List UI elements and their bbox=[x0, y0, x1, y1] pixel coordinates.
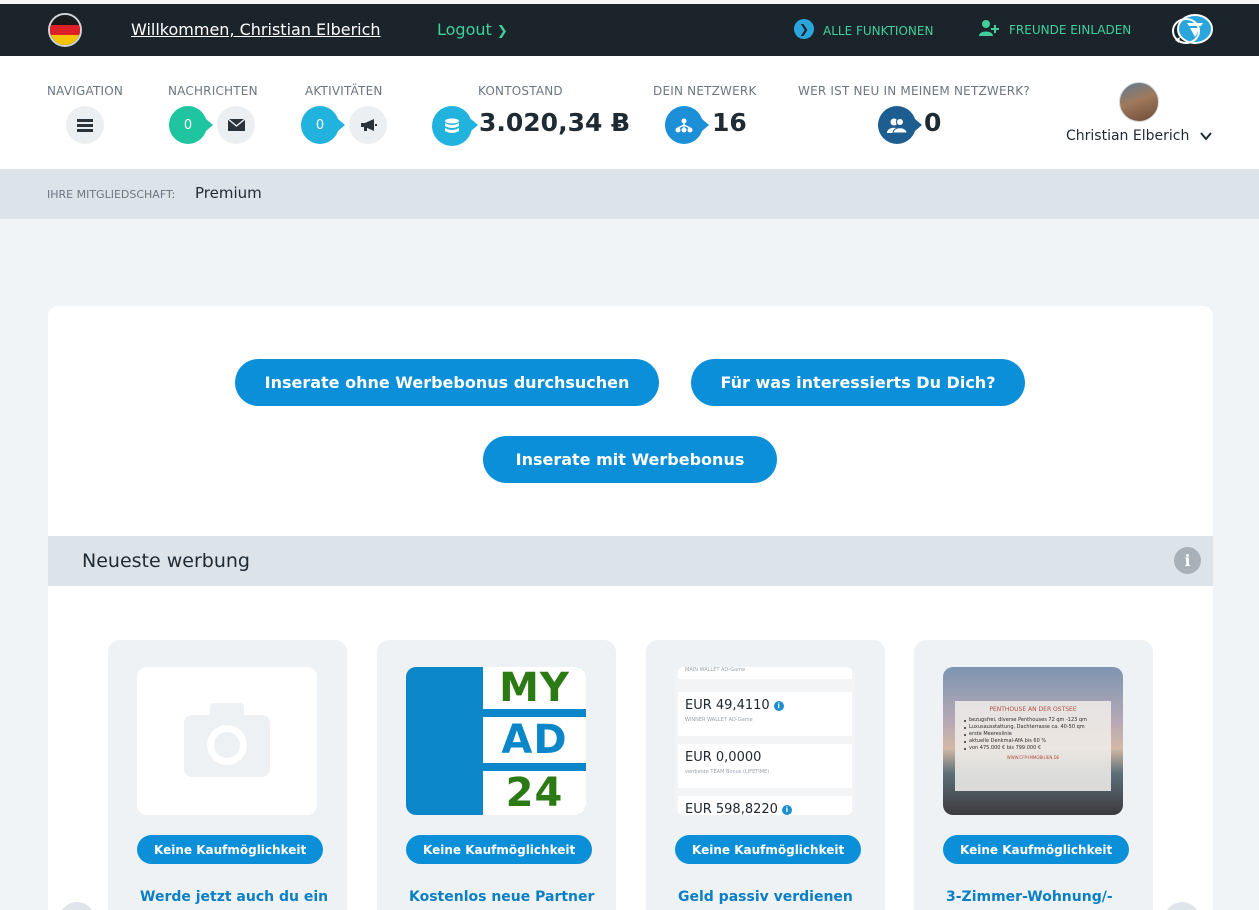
ad-title[interactable]: Geld passiv verdienen bbox=[678, 889, 853, 905]
all-functions-label: ALLE FUNKTIONEN bbox=[823, 24, 934, 38]
top-bar: Willkommen, Christian Elberich Logout ❯ … bbox=[0, 4, 1259, 56]
network-count: 16 bbox=[712, 108, 747, 137]
ad-title[interactable]: 3-Zimmer-Wohnung/- bbox=[946, 889, 1113, 905]
with-bonus-button[interactable]: Inserate mit Werbebonus bbox=[483, 436, 777, 483]
membership-value: Premium bbox=[195, 184, 262, 202]
penthouse-feature: Luxusausstattung, Dachterrasse ca. 40-50… bbox=[961, 724, 1105, 731]
activities-button[interactable] bbox=[349, 106, 387, 144]
ad-image: MAIN WALLET AD-Game EUR 49,4110 i WINNER … bbox=[675, 667, 855, 815]
penthouse-feature: bezugsfrei, diverse Penthouses 72 qm -12… bbox=[961, 717, 1105, 724]
no-purchase-button[interactable]: Keine Kaufmöglichkeit bbox=[137, 835, 324, 864]
info-icon: i bbox=[773, 700, 784, 711]
wallet-row: EUR 49,4110 i WINNER WALLET AD-Game bbox=[678, 692, 852, 736]
logo-line: 24 bbox=[483, 770, 586, 815]
no-purchase-button[interactable]: Keine Kaufmöglichkeit bbox=[943, 835, 1130, 864]
network-tree-icon bbox=[675, 118, 693, 132]
info-icon: i bbox=[781, 804, 792, 815]
logo-line: MY bbox=[483, 667, 586, 711]
wallet-sub: WINNER WALLET AD-Game bbox=[685, 717, 753, 723]
penthouse-title: PENTHOUSE AN DER OSTSEE bbox=[989, 706, 1077, 713]
browse-without-bonus-button[interactable]: Inserate ohne Werbebonus durchsuchen bbox=[235, 359, 659, 406]
penthouse-feature: erste Meereslinie bbox=[961, 731, 1105, 738]
wallet-sub: verdiente TEAM Bonus (LIFETIME) bbox=[685, 769, 770, 775]
main-panel: Inserate ohne Werbebonus durchsuchen Für… bbox=[48, 306, 1213, 910]
users-icon bbox=[887, 117, 907, 133]
balance-label: KONTOSTAND bbox=[478, 84, 563, 98]
logout-label: Logout bbox=[437, 20, 492, 39]
logo-line: AD bbox=[483, 717, 586, 763]
wallet-row: EUR 598,8220 i bbox=[678, 796, 852, 815]
welcome-link[interactable]: Willkommen, Christian Elberich bbox=[131, 20, 381, 39]
chevron-down-icon[interactable] bbox=[1199, 129, 1213, 143]
invite-friends-label: FREUNDE EINLADEN bbox=[1009, 23, 1132, 37]
penthouse-feature: von 475.000 € bis 799.000 € bbox=[961, 745, 1105, 752]
ad-title[interactable]: Werde jetzt auch du ein bbox=[140, 889, 328, 905]
user-menu-name[interactable]: Christian Elberich bbox=[1066, 128, 1189, 144]
penthouse-url: WWW.CFP-IMMOBILIEN.DE bbox=[1006, 755, 1060, 760]
balance-button[interactable] bbox=[432, 106, 478, 146]
megaphone-icon bbox=[360, 119, 377, 131]
wallet-row: EUR 0,0000 verdiente TEAM Bonus (LIFETIM… bbox=[678, 744, 852, 788]
ad-card[interactable]: PENTHOUSE AN DER OSTSEE bezugsfrei, dive… bbox=[914, 640, 1153, 910]
interests-button[interactable]: Für was interessierts Du Dich? bbox=[691, 359, 1025, 406]
activities-count: 0 bbox=[315, 117, 325, 133]
ad-title[interactable]: Kostenlos neue Partner bbox=[409, 889, 594, 905]
all-functions-link[interactable]: ❯ ALLE FUNKTIONEN bbox=[794, 19, 934, 39]
invite-friends-link[interactable]: FREUNDE EINLADEN bbox=[978, 20, 1132, 37]
new-members-button[interactable] bbox=[878, 106, 922, 144]
penthouse-photo: PENTHOUSE AN DER OSTSEE bezugsfrei, dive… bbox=[943, 667, 1123, 815]
ad-card[interactable]: MY AD 24 Keine Kaufmöglichkeit Kostenlos… bbox=[377, 640, 616, 910]
ad-image: PENTHOUSE AN DER OSTSEE bezugsfrei, dive… bbox=[943, 667, 1123, 815]
new-in-network-label: WER IST NEU IN MEINEM NETZWERK? bbox=[798, 84, 1030, 98]
navigation-label: NAVIGATION bbox=[47, 84, 124, 98]
membership-label: IHRE MITGLIEDSCHAFT: bbox=[47, 188, 176, 201]
wallet-amount: EUR 0,0000 bbox=[685, 750, 762, 765]
info-icon[interactable]: i bbox=[1174, 547, 1201, 574]
menu-button[interactable] bbox=[66, 106, 104, 144]
arrow-right-circle-icon: ❯ bbox=[794, 19, 814, 39]
network-label: DEIN NETZWERK bbox=[653, 84, 757, 98]
no-purchase-button[interactable]: Keine Kaufmöglichkeit bbox=[406, 835, 593, 864]
logout-link[interactable]: Logout ❯ bbox=[437, 20, 508, 39]
balance-value: 3.020,34 Ƀ bbox=[479, 108, 631, 137]
wallet-screenshot: MAIN WALLET AD-Game EUR 49,4110 i WINNER … bbox=[675, 667, 855, 815]
messages-count-badge[interactable]: 0 bbox=[169, 106, 213, 144]
wallet-amount: EUR 598,8220 bbox=[685, 802, 778, 815]
ad-image: MY AD 24 bbox=[406, 667, 586, 815]
messages-label: NACHRICHTEN bbox=[168, 84, 258, 98]
penthouse-feature: aktuelle Denkmal-AfA bis 60 % bbox=[961, 738, 1105, 745]
network-button[interactable] bbox=[665, 106, 709, 144]
add-user-icon bbox=[979, 20, 999, 36]
activities-count-badge[interactable]: 0 bbox=[301, 106, 345, 144]
wallet-caption: MAIN WALLET AD-Game bbox=[678, 667, 852, 679]
wallet-amount: EUR 49,4110 bbox=[685, 698, 770, 713]
hamburger-icon bbox=[77, 118, 93, 132]
camera-icon bbox=[184, 703, 270, 777]
no-purchase-button[interactable]: Keine Kaufmöglichkeit bbox=[675, 835, 862, 864]
messages-button[interactable] bbox=[217, 106, 255, 144]
ad-image-placeholder bbox=[137, 667, 317, 815]
penthouse-overlay: PENTHOUSE AN DER OSTSEE bezugsfrei, dive… bbox=[955, 701, 1111, 791]
coins-stack-icon bbox=[445, 118, 459, 133]
avatar[interactable] bbox=[1119, 82, 1159, 122]
ad-card[interactable]: Keine Kaufmöglichkeit Werde jetzt auch d… bbox=[108, 640, 347, 910]
myad24-logo: MY AD 24 bbox=[406, 667, 586, 815]
brand-chat-logo-icon[interactable] bbox=[1171, 14, 1213, 47]
new-in-network-count: 0 bbox=[924, 108, 942, 137]
activities-label: AKTIVITÄTEN bbox=[305, 84, 383, 98]
germany-flag-icon[interactable] bbox=[48, 13, 82, 47]
section-header: Neueste werbung i bbox=[48, 536, 1213, 586]
section-title: Neueste werbung bbox=[82, 550, 250, 572]
ad-card[interactable]: MAIN WALLET AD-Game EUR 49,4110 i WINNER … bbox=[646, 640, 885, 910]
messages-count: 0 bbox=[183, 117, 193, 133]
envelope-icon bbox=[227, 119, 245, 131]
chevron-right-icon: ❯ bbox=[496, 24, 508, 39]
stats-header: NAVIGATION NACHRICHTEN 0 AKTIVITÄTEN 0 K… bbox=[0, 56, 1259, 169]
membership-bar: IHRE MITGLIEDSCHAFT: Premium bbox=[0, 169, 1259, 219]
